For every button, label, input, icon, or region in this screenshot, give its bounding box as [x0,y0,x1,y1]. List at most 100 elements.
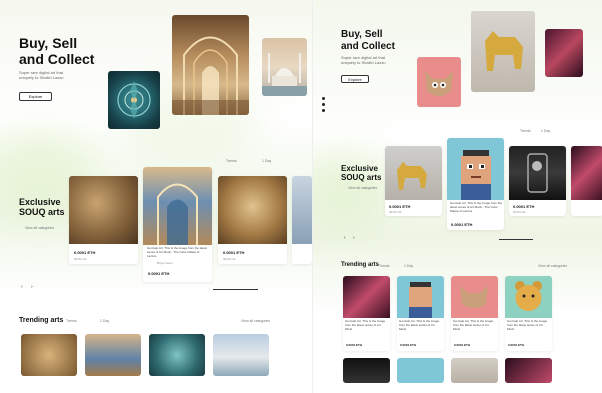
art-card-partial[interactable] [571,146,602,216]
art-card-caption: Gonzalo Art, This Is the image from the … [507,319,548,331]
art-card-featured[interactable]: Gonzalo Art, This Is the image from the … [143,167,212,282]
trending-card[interactable]: Gonzalo Art, This Is the image from the … [343,276,390,351]
art-card-price: 0.0001 ETH [74,250,96,255]
view-all-link[interactable]: View all categories [348,186,377,190]
art-card-price: 0.0001 ETH [346,343,363,347]
art-card-image [509,146,566,200]
exclusive-title-line: Exclusive [19,197,61,207]
art-card-meta: 3d 8m 4s [389,210,402,214]
art-card-meta: 3d 8m 4s [223,257,236,261]
filter-period[interactable]: 1 Day [404,264,413,268]
art-card[interactable]: 0.0001 ETH 3d 8m 4s [218,176,287,264]
art-card-author: Buyer Gonz [157,261,173,265]
art-card-image [451,276,498,318]
prev-arrow-icon[interactable]: ‹ [344,235,346,241]
art-card-image [343,276,390,318]
hero-title-line: and Collect [19,51,95,68]
bat-drawing [460,286,488,308]
trending-title: Trending arts [19,317,64,324]
view-all-link[interactable]: View all categories [25,226,54,230]
art-card-caption: Gonzalo Art, This Is the image from the … [147,246,207,258]
hero-art-tile[interactable] [108,71,160,129]
exclusive-title: Exclusive SOUQ arts [19,197,65,218]
hero-title: Buy, Sell and Collect [341,29,395,52]
left-mockup: Buy, Sell and Collect Super rare digital… [0,0,312,393]
exclusive-title-line: Exclusive [341,164,378,173]
art-card-partial[interactable] [292,176,312,264]
art-card-price: 0.0001 ETH [400,343,417,347]
hero-art-mosque-exterior[interactable] [262,38,307,96]
next-arrow-icon[interactable]: › [31,284,33,290]
filter-trends[interactable]: Trends [379,264,390,268]
art-card-price: 0.0001 ETH [223,250,245,255]
prev-arrow-icon[interactable]: ‹ [21,284,23,290]
art-card-image [218,176,287,244]
trending-card[interactable] [343,358,390,383]
trending-card[interactable] [397,358,444,383]
explore-button[interactable]: Explore [341,75,369,83]
hero-subtitle: Super rare digital art that uniquely to … [341,55,386,66]
carousel-progress [213,289,258,290]
social-icon[interactable] [322,103,325,106]
trending-card[interactable] [85,334,141,376]
hero-title-line: Buy, Sell [341,29,383,40]
art-card[interactable]: 0.0001 ETH 3d 8m 4s [509,146,566,216]
social-icon[interactable] [322,109,325,112]
art-card-meta: 3d 8m 4s [513,210,526,214]
hero-art-abstract[interactable] [545,29,583,77]
art-card-image [292,176,312,244]
filter-period[interactable]: 1 Day [262,159,271,163]
art-card-image [69,176,138,244]
explore-button[interactable]: Explore [19,92,52,101]
hero-title-line: Buy, Sell [19,35,78,51]
bear-drawing [515,281,542,311]
filter-trends[interactable]: Trends [66,319,77,323]
trending-card[interactable] [213,334,269,376]
hero-art-golden-wolf[interactable] [471,11,535,92]
trending-card[interactable]: Gonzalo Art, This Is the image from the … [505,276,552,351]
art-card[interactable]: 0.0001 ETH 3d 8m 4s [69,176,138,264]
astronaut-drawing [527,153,548,193]
trending-title: Trending arts [341,262,380,268]
view-all-link[interactable]: View all categories [241,319,270,323]
trending-card[interactable] [451,358,498,383]
trending-card[interactable]: Gonzalo Art, This Is the image from the … [397,276,444,351]
social-icon[interactable] [322,97,325,100]
hero-art-mosque-interior[interactable] [172,15,249,115]
art-card-price: 0.0001 ETH [454,343,471,347]
filter-trends[interactable]: Trends [520,129,531,133]
hero-title: Buy, Sell and Collect [19,35,94,67]
filter-period[interactable]: 1 Day [541,129,550,133]
exclusive-title: Exclusive SOUQ arts [341,164,381,182]
hero-art-bat[interactable] [417,57,461,107]
art-card[interactable]: 0.0001 ETH 3d 8m 4s [385,146,442,216]
view-all-link[interactable]: View all categories [538,264,567,268]
arches-drawing [172,36,249,115]
bat-drawing [425,71,453,96]
trending-card[interactable] [505,358,552,383]
art-card-featured[interactable]: Gonzalo Art, This Is the image from the … [447,138,504,230]
art-card-image [143,167,212,245]
filter-period[interactable]: 1 Day [100,319,109,323]
background-glow [313,150,393,230]
art-card-price: 0.0001 ETH [451,222,473,227]
trending-card[interactable]: Gonzalo Art, This Is the image from the … [451,276,498,351]
pixel-avatar-drawing [409,282,432,318]
hero-title-line: and Collect [341,40,395,52]
art-card-image [385,146,442,200]
art-card-image [571,146,602,200]
right-mockup: Buy, Sell and Collect Super rare digital… [312,0,602,393]
art-card-caption: Gonzalo Art, This Is the image from the … [453,319,494,331]
mosque-drawing [262,53,307,96]
trending-card[interactable] [21,334,77,376]
pixel-avatar-drawing [461,150,491,200]
mihrab-drawing [157,183,198,245]
filter-trends[interactable]: Trends [226,159,237,163]
hero-subtitle: Super rare digital art that uniquely to … [19,70,64,81]
art-card-price: 0.0001 ETH [513,204,535,209]
mosaic-pattern [117,81,151,119]
art-card-caption: Gonzalo Art, This Is the image from the … [399,319,440,331]
art-card-meta: 3d 8m 4s [74,257,87,261]
trending-card[interactable] [149,334,205,376]
next-arrow-icon[interactable]: › [353,235,355,241]
